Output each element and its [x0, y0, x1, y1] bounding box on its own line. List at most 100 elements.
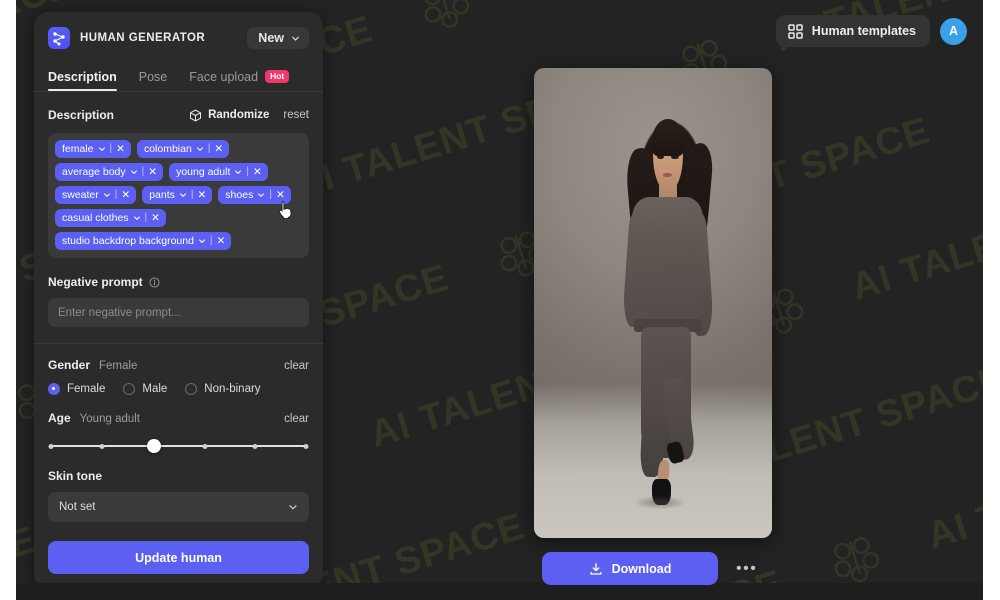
tag-chip[interactable]: casual clothes | ✕ [55, 209, 166, 227]
tag-separator: | [209, 235, 213, 246]
tab-face-upload[interactable]: Face upload Hot [189, 69, 290, 91]
tag-chip[interactable]: young adult | ✕ [169, 163, 268, 181]
radio-female[interactable]: Female [48, 383, 105, 395]
close-x-icon[interactable]: ✕ [214, 144, 223, 155]
close-x-icon[interactable]: ✕ [116, 144, 125, 155]
generator-panel: HUMAN GENERATOR New Description Pose Fac… [34, 12, 323, 588]
radio-label: Male [142, 383, 168, 395]
human-templates-label: Human templates [811, 24, 916, 38]
radio-label: Female [67, 383, 106, 395]
tag-chip[interactable]: sweater | ✕ [55, 186, 137, 204]
age-value: Young adult [79, 413, 141, 425]
node-network-icon [48, 27, 70, 49]
chevron-down-icon[interactable] [198, 237, 206, 245]
close-x-icon[interactable]: ✕ [151, 213, 160, 224]
reset-link[interactable]: reset [283, 109, 309, 121]
tab-bar: Description Pose Face upload Hot [48, 65, 309, 91]
age-header-row: Age Young adult clear [48, 411, 309, 425]
tag-chip[interactable]: average body | ✕ [55, 163, 164, 181]
gender-clear-link[interactable]: clear [284, 360, 309, 372]
tag-separator: | [141, 166, 145, 177]
panel-body: Description Randomize reset female | ✕ c… [34, 92, 323, 531]
ground-shadow [624, 493, 696, 513]
preview-actions: Download ••• [542, 552, 761, 585]
tab-label: Description [48, 70, 117, 84]
slider-tick[interactable] [48, 443, 54, 449]
negative-prompt-input[interactable] [48, 298, 309, 327]
download-button[interactable]: Download [542, 552, 718, 585]
close-x-icon[interactable]: ✕ [276, 190, 285, 201]
slider-tick[interactable] [252, 443, 258, 449]
age-clear-link[interactable]: clear [284, 413, 309, 425]
watermark-text: AI TALENT SPACE [512, 0, 859, 4]
chevron-down-icon[interactable] [98, 145, 106, 153]
radio-non-binary[interactable]: Non-binary [185, 383, 261, 395]
generated-human-preview[interactable] [534, 68, 772, 538]
chevron-down-icon[interactable] [133, 214, 141, 222]
tag-chip[interactable]: female | ✕ [55, 140, 131, 158]
download-icon [589, 562, 603, 576]
chevron-down-icon[interactable] [234, 168, 242, 176]
tag-chip[interactable]: colombian | ✕ [136, 140, 230, 158]
tag-label: studio backdrop background [62, 235, 194, 248]
tab-pose[interactable]: Pose [139, 70, 168, 91]
bottom-strip [16, 583, 983, 600]
randomize-button[interactable]: Randomize [189, 109, 269, 122]
age-slider[interactable] [48, 439, 309, 453]
tag-separator: | [114, 189, 118, 200]
tag-chip[interactable]: studio backdrop background | ✕ [55, 232, 232, 250]
header-right-controls: Human templates A [775, 15, 967, 47]
slider-thumb[interactable] [146, 439, 161, 453]
preview-photo [534, 68, 772, 538]
chevron-down-icon[interactable] [130, 168, 138, 176]
close-x-icon[interactable]: ✕ [253, 167, 262, 178]
new-dropdown-button[interactable]: New [247, 27, 309, 49]
tag-label: casual clothes [62, 212, 129, 225]
chevron-down-icon [288, 502, 298, 512]
lips [663, 173, 673, 178]
human-templates-button[interactable]: Human templates [775, 15, 930, 47]
close-x-icon[interactable]: ✕ [197, 190, 206, 201]
description-header-row: Description Randomize reset [48, 106, 309, 124]
tag-chip[interactable]: shoes | ✕ [218, 186, 291, 204]
slider-tick[interactable] [303, 443, 309, 449]
slider-track [51, 445, 306, 447]
slider-tick[interactable] [99, 443, 104, 449]
close-x-icon[interactable]: ✕ [121, 190, 130, 201]
radio-male[interactable]: Male [123, 383, 167, 395]
chevron-down-icon[interactable] [103, 191, 111, 199]
close-x-icon[interactable]: ✕ [217, 236, 226, 247]
skin-tone-select[interactable]: Not set [48, 492, 309, 522]
brain-network-icon [409, 0, 481, 42]
update-human-button[interactable]: Update human [48, 541, 309, 574]
close-x-icon[interactable]: ✕ [148, 167, 157, 178]
more-options-button[interactable]: ••• [732, 560, 761, 577]
radio-dot-icon [48, 383, 60, 395]
info-circle-icon[interactable] [149, 276, 160, 288]
tag-chip[interactable]: pants | ✕ [142, 186, 213, 204]
tag-separator: | [246, 166, 249, 177]
tab-description[interactable]: Description [48, 70, 117, 91]
chevron-down-icon[interactable] [257, 191, 265, 199]
tag-separator: | [207, 143, 211, 154]
page-title: HUMAN GENERATOR [80, 32, 206, 44]
randomize-label: Randomize [208, 109, 270, 121]
tag-separator: | [109, 143, 113, 154]
chevron-down-icon[interactable] [196, 145, 204, 153]
status-badge: Hot [265, 69, 290, 83]
panel-title-row: HUMAN GENERATOR New [48, 25, 309, 51]
negative-prompt-label: Negative prompt [48, 275, 143, 289]
slider-tick[interactable] [202, 443, 208, 449]
avatar[interactable]: A [940, 17, 967, 45]
tag-separator: | [269, 189, 272, 200]
download-label: Download [611, 561, 672, 576]
tag-label: female [62, 143, 94, 156]
new-dropdown-label: New [258, 31, 284, 45]
description-tags-container[interactable]: female | ✕ colombian | ✕ average body | … [48, 133, 309, 258]
chevron-down-icon[interactable] [179, 191, 187, 199]
age-label: Age [48, 411, 71, 425]
tag-separator: | [190, 189, 194, 200]
gender-header-row: Gender Female clear [48, 358, 309, 372]
tag-label: colombian [143, 143, 192, 156]
radio-dot-icon [185, 383, 198, 395]
